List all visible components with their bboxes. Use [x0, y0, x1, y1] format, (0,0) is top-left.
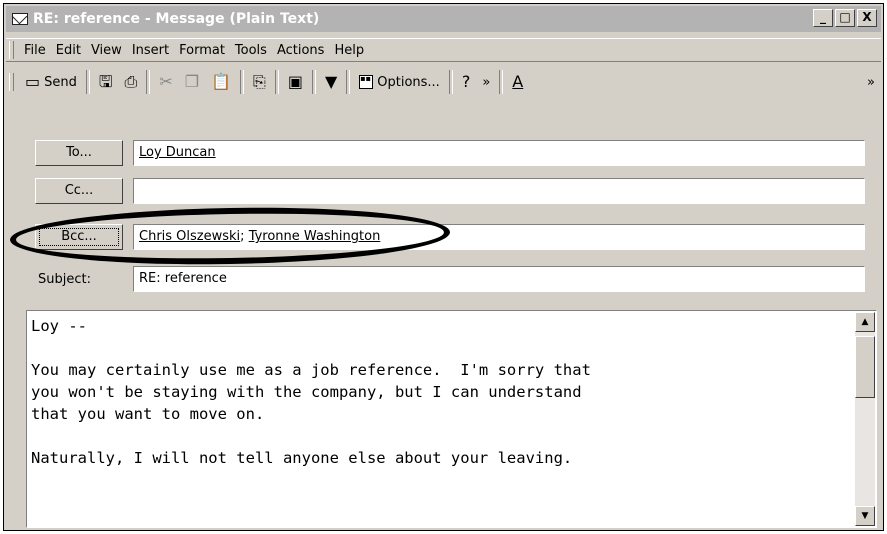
message-body[interactable]: Loy -- You may certainly use me as a job…	[26, 310, 877, 528]
print-icon: ⎙	[124, 72, 138, 91]
menu-file[interactable]: File	[19, 43, 51, 58]
bcc-separator: ;	[240, 229, 249, 244]
cut-icon: ✂	[159, 72, 173, 91]
menu-bar: File Edit View Insert Format Tools Actio…	[6, 38, 881, 62]
toolbar-overflow-right-button[interactable]: »	[861, 68, 881, 96]
send-label: Send	[44, 74, 77, 90]
minimize-button[interactable]: _	[813, 9, 833, 27]
toolbar-separator	[311, 70, 316, 94]
cc-field[interactable]	[133, 178, 865, 204]
options-label: Options...	[377, 74, 440, 90]
save-button[interactable]: 🖫	[93, 68, 119, 96]
send-icon: ▭	[25, 72, 41, 91]
attach-button[interactable]: ⎘	[247, 68, 272, 96]
toolbar-separator	[346, 70, 351, 94]
to-row: To... Loy Duncan	[4, 140, 883, 172]
address-book-icon: ▣	[287, 72, 303, 91]
font-color-icon: A	[512, 72, 524, 91]
title-bar[interactable]: RE: reference - Message (Plain Text) _ □…	[6, 6, 881, 32]
cut-button[interactable]: ✂	[153, 68, 178, 96]
maximize-button[interactable]: □	[835, 9, 855, 27]
vertical-scrollbar[interactable]: ▲ ▼	[855, 312, 875, 526]
overflow-icon: »	[482, 74, 491, 90]
to-field[interactable]: Loy Duncan	[133, 140, 865, 166]
toolbar-separator	[146, 70, 151, 94]
overflow-right-icon: »	[867, 74, 875, 90]
toolbar-separator	[85, 70, 90, 94]
toolbar-separator	[448, 70, 453, 94]
message-body-text[interactable]: Loy -- You may certainly use me as a job…	[31, 315, 850, 469]
options-button[interactable]: ▪▪ Options...	[353, 68, 446, 96]
window-title: RE: reference - Message (Plain Text)	[33, 11, 320, 27]
bcc-recipient[interactable]: Tyronne Washington	[249, 229, 381, 244]
menu-grip[interactable]	[9, 41, 14, 59]
menu-format[interactable]: Format	[174, 43, 230, 58]
subject-row: Subject: RE: reference	[4, 266, 883, 298]
menu-actions[interactable]: Actions	[272, 43, 330, 58]
subject-field[interactable]: RE: reference	[133, 266, 865, 292]
bcc-field[interactable]: Chris Olszewski; Tyronne Washington	[133, 224, 865, 250]
font-color-button[interactable]: A	[506, 68, 529, 96]
to-recipient[interactable]: Loy Duncan	[139, 145, 216, 160]
menu-insert[interactable]: Insert	[127, 43, 174, 58]
options-icon: ▪▪	[359, 75, 374, 89]
cc-row: Cc...	[4, 178, 883, 210]
bcc-recipient[interactable]: Chris Olszewski	[139, 229, 240, 244]
scroll-thumb[interactable]	[855, 336, 875, 398]
menu-edit[interactable]: Edit	[51, 43, 86, 58]
save-icon: 🖫	[98, 72, 113, 91]
menu-help[interactable]: Help	[329, 43, 369, 58]
toolbar-separator	[240, 70, 244, 94]
subject-label: Subject:	[38, 272, 91, 287]
flag-icon: ▼	[324, 72, 338, 91]
toolbar-overflow-button[interactable]: »	[476, 68, 496, 96]
scroll-up-icon[interactable]: ▲	[855, 312, 875, 332]
standard-toolbar: ▭ Send 🖫 ⎙ ✂ ❐ 📋 ⎘ ▣ ▼ ▪▪ Options... ? »…	[6, 64, 881, 100]
help-icon: ?	[461, 72, 471, 91]
address-book-button[interactable]: ▣	[282, 68, 309, 96]
attach-icon: ⎘	[253, 72, 266, 91]
flag-button[interactable]: ▼	[319, 68, 343, 96]
envelope-icon	[12, 13, 28, 25]
menu-tools[interactable]: Tools	[230, 43, 272, 58]
print-button[interactable]: ⎙	[119, 68, 144, 96]
paste-icon: 📋	[211, 72, 231, 91]
scroll-down-icon[interactable]: ▼	[855, 506, 875, 526]
toolbar-separator	[274, 70, 279, 94]
help-button[interactable]: ?	[456, 68, 477, 96]
bcc-row: Bcc... Chris Olszewski; Tyronne Washingt…	[4, 224, 883, 256]
toolbar-separator	[499, 70, 504, 94]
menu-view[interactable]: View	[86, 43, 127, 58]
cc-button[interactable]: Cc...	[35, 178, 123, 204]
toolbar-grip[interactable]	[9, 73, 14, 91]
copy-button[interactable]: ❐	[179, 68, 205, 96]
copy-icon: ❐	[184, 72, 200, 91]
send-button[interactable]: ▭ Send	[19, 68, 83, 96]
close-button[interactable]: X	[857, 9, 877, 27]
paste-button[interactable]: 📋	[205, 68, 237, 96]
bcc-button[interactable]: Bcc...	[35, 224, 123, 250]
to-button[interactable]: To...	[35, 140, 123, 166]
